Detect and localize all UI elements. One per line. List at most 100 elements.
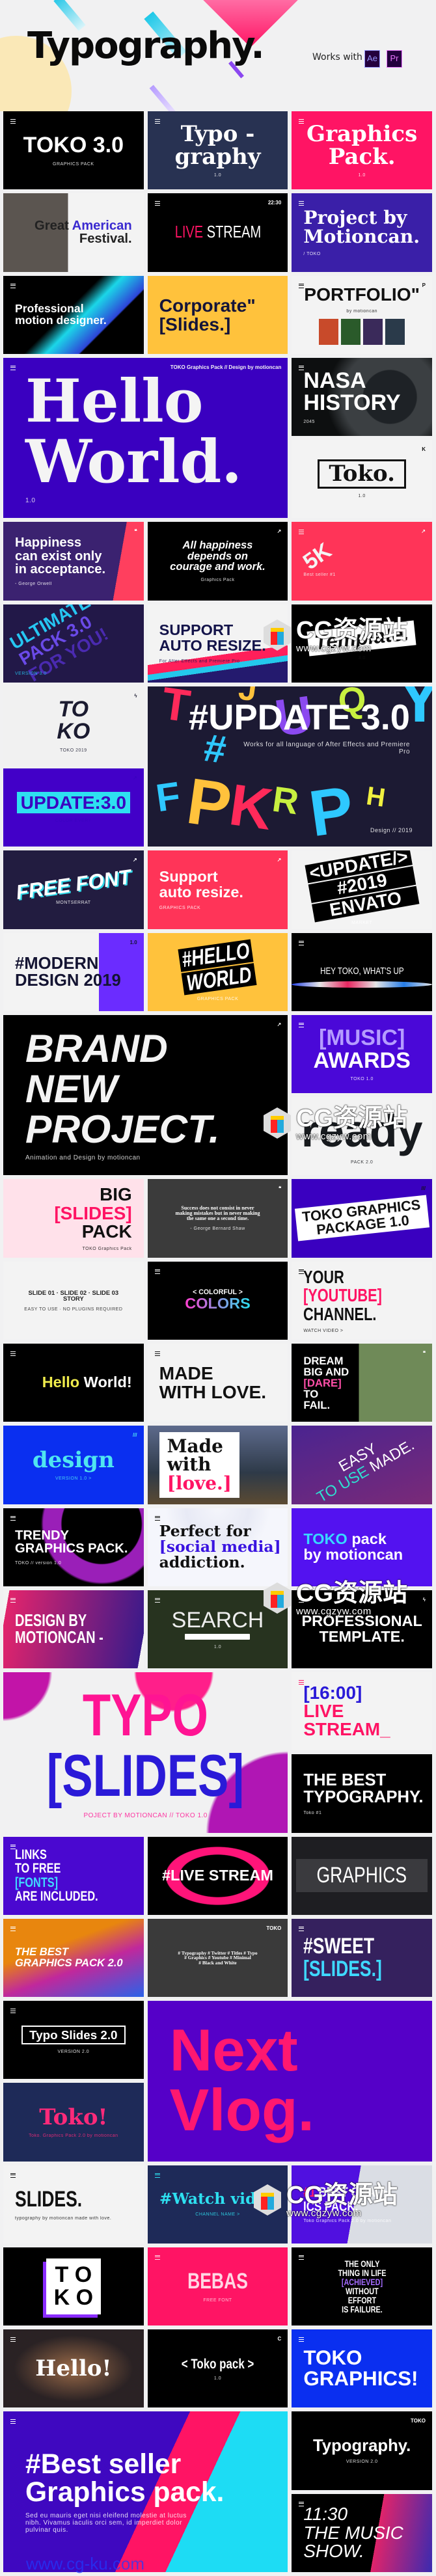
slide-tile-hello-world-code[interactable]: [Hello] World!Hello World! <box>3 1344 144 1422</box>
slide-tile-slide-stories[interactable]: SLIDE 01 · SLIDE 02 · SLIDE 03 STORY EASY … <box>3 1261 144 1340</box>
slide-tile-professional-motion-designer[interactable]: Professional motion designer. <box>3 275 144 354</box>
slide-tile-success-quote[interactable]: Success does not consist in never making … <box>147 1179 288 1258</box>
slide-tile-perfect-for-social-media[interactable]: Perfect for [social media] addiction. <box>147 1508 288 1586</box>
slide-tile-big-slides-pack[interactable]: BIG [SLIDES] PACK TOKO Graphics Pack <box>3 1179 144 1258</box>
menu-icon[interactable] <box>299 940 305 945</box>
menu-icon[interactable] <box>10 1844 16 1849</box>
slide-tile-trendy-graphics-pack[interactable]: TRENDY GRAPHICS PACK. TOKO // version 1.0 <box>3 1508 144 1586</box>
slide-tile-corporate-slides[interactable]: Corporate" [Slides.] <box>147 275 288 354</box>
slide-tile-toko-pack-brackets[interactable]: < Toko pack > 1.0 C <box>147 2329 288 2408</box>
slide-tile-pack-2[interactable]: ready PACK 2.0 <box>292 1097 432 1176</box>
slide-tile-best-seller-graphics-pack[interactable]: #Best seller Graphics pack. Sed eu mauris … <box>3 2411 288 2572</box>
slide-tile-made-with-love-1[interactable]: MADE WITH LOVE. <box>147 1344 288 1422</box>
slide-tile-professional-template[interactable]: PROFESSIONAL TEMPLATE. ϟ <box>292 1590 432 1669</box>
slide-tile-design[interactable]: design VERSION 1.0 > /// <box>3 1426 144 1504</box>
slide-tile-design-by-motioncan[interactable]: DESIGN BY MOTIONCAN - <box>3 1590 144 1669</box>
menu-icon[interactable] <box>10 2173 16 2178</box>
menu-icon[interactable] <box>154 1597 160 1603</box>
menu-icon[interactable] <box>154 1515 160 1521</box>
slide-tile-the-best-typography[interactable]: THE BEST TYPOGRAPHY. Toko #1 <box>292 1754 432 1833</box>
slide-tile-hey-toko[interactable]: HEY TOKO, WHAT'S UP <box>292 932 432 1011</box>
slide-tile-typo-slides[interactable]: TYPO [SLIDES] POJECT BY MOTIONCAN // TOKO … <box>3 1672 288 1833</box>
slide-tile-music-show[interactable]: 11:30 THE MUSIC SHOW. <box>292 2493 432 2572</box>
slide-tile-hello-excl[interactable]: Hello! <box>3 2329 144 2408</box>
slide-tile-live-stream-2[interactable]: [16:00] LIVE STREAM_ <box>292 1672 432 1751</box>
menu-icon[interactable] <box>299 530 305 535</box>
slide-tile-five-k[interactable]: 5K Best seller #1 ↗ <box>292 522 432 601</box>
slide-tile-all-happiness[interactable]: All happiness depends on courage and work.… <box>147 522 288 601</box>
slide-tile-graphics[interactable]: GRAPHICS <box>292 1836 432 1915</box>
slide-tile-great-american-festival[interactable]: Great [American]Great AmericanFestival. <box>3 193 144 272</box>
menu-icon[interactable] <box>10 2337 16 2342</box>
slide-tile-update-3-letters[interactable]: T # J U Q F P K R P H Y #UPDATE 3.0 Works for all lan… <box>147 686 432 847</box>
menu-icon[interactable] <box>299 1926 305 1931</box>
slide-tile-colorful-colors[interactable]: < COLORFUL > COLORS <box>147 1261 288 1340</box>
menu-icon[interactable] <box>10 119 16 124</box>
slide-tile-best-graphics-pack-2[interactable]: THE BEST GRAPHICS PACK 2.0 <box>3 1918 144 1998</box>
slide-tile-hello-world-big[interactable]: Hello World. 1.0 TOKO Graphics Pack // Desi… <box>3 357 288 519</box>
menu-icon[interactable] <box>154 119 160 124</box>
slide-tile-free-font[interactable]: FREE FONT MONTSERRAT ↗ <box>3 850 144 929</box>
slide-tile-the-only-thing[interactable]: THE ONLY THING IN LIFE [ACHIEVED] WITHOUT EF… <box>292 2247 432 2326</box>
slide-tile-number-one-best-graphics[interactable]: [#1] BEST GRAPH#1 BEST GRAPHICS PACK. Tok… <box>292 2165 432 2244</box>
menu-icon[interactable] <box>299 365 305 370</box>
menu-icon[interactable] <box>299 2255 305 2260</box>
slide-tile-typography-toko[interactable]: Typography. VERSION 2.0 TOKO <box>292 2411 432 2490</box>
slide-tile-toko-square[interactable]: T OK O <box>3 2247 144 2326</box>
slide-tile-music-awards[interactable]: [MUSIC] AWARDS TOKO 1.0 <box>292 1014 432 1094</box>
slide-tile-next-vlog[interactable]: Next Vlog. <box>147 2001 432 2162</box>
slide-tile-toko-excl[interactable]: Toko! Toko. Graphics Pack 2.0 by motionca… <box>3 2083 144 2162</box>
menu-icon[interactable] <box>154 2173 160 2178</box>
menu-icon[interactable] <box>299 283 305 288</box>
slide-tile-slides[interactable]: SLIDES. typography by motioncan made with… <box>3 2165 144 2244</box>
slide-tile-watch-video[interactable]: #Watch video CHANNEL NAME > <box>147 2165 288 2244</box>
slide-tile-hello-world-hash[interactable]: #HELLO WORLD GRAPHICS PACK <box>147 932 288 1011</box>
slide-tile-hashtags[interactable]: # Typography # Twitter # Titles # Typo # … <box>147 1918 288 1998</box>
menu-icon[interactable] <box>299 1269 305 1274</box>
menu-icon[interactable] <box>10 283 16 288</box>
slide-tile-support-auto-resize-2[interactable]: Support auto resize. GRAPHICS PACK ↗ <box>147 850 288 929</box>
slide-tile-project-by-motioncan[interactable]: Project by Motioncan. / TOKO <box>292 193 432 272</box>
menu-icon[interactable] <box>154 1269 160 1274</box>
menu-icon[interactable] <box>10 1515 16 1521</box>
slide-tile-template[interactable]: Template. 3.0 <box>292 604 432 683</box>
slide-tile-toko-pack-by-motioncan[interactable]: [TOKO] packTOKO packby motioncan <box>292 1508 432 1586</box>
slide-tile-portfolio[interactable]: PORTFOLIO" by motioncan P <box>292 275 432 354</box>
slide-tile-dream-big[interactable]: DREAM BIG AND [DARE] TO FAIL. ❝ <box>292 1344 432 1422</box>
slide-tile-brand-new-project[interactable]: BRAND NEW PROJECT. Animation and Design by … <box>3 1014 288 1176</box>
slide-tile-update-colon-3[interactable]: UPDATE:3.0 COLOR EVERY ↗ <box>3 768 144 847</box>
menu-icon[interactable] <box>154 201 160 206</box>
slide-tile-live-stream-1[interactable]: [LIVE] STREAMLIVE STREAM 22:30 <box>147 193 288 272</box>
slide-tile-toko-graphics-excl[interactable]: TOKO GRAPHICS! <box>292 2329 432 2408</box>
slide-tile-update-envato[interactable]: <UPDATE/> #2019 ENVATO MARKET <box>292 850 432 929</box>
slide-tile-easy-to-use[interactable]: EASY[TO USE] MADE.TO USE MADE. <box>292 1426 432 1504</box>
slide-tile-sweet-slides[interactable]: #SWEET [SLIDES.] <box>292 1918 432 1998</box>
slide-tile-toko-3[interactable]: TOKO 3.0 GRAPHICS PACK <box>3 111 144 190</box>
slide-tile-typo-slides-2[interactable]: Typo Slides 2.0 VERSION 2.0 <box>3 2001 144 2080</box>
slide-tile-typography-1[interactable]: Typo - graphy 1.0 <box>147 111 288 190</box>
slide-tile-toko-3d[interactable]: TO KO TOKO 2019 ϟ <box>3 686 144 765</box>
menu-icon[interactable] <box>10 365 16 370</box>
menu-icon[interactable] <box>299 1597 305 1603</box>
menu-icon[interactable] <box>10 1926 16 1931</box>
slide-tile-graphics-pack[interactable]: Graphics Pack. 1.0 <box>292 111 432 190</box>
slide-tile-happiness-quote[interactable]: Happiness can exist only in acceptance. - G… <box>3 522 144 601</box>
slide-tile-live-stream-hash[interactable]: #LIVE STREAM <box>147 1836 288 1915</box>
slide-tile-toko-boxed[interactable]: Toko. 1.0 K <box>292 440 432 519</box>
menu-icon[interactable] <box>299 2501 305 2506</box>
menu-icon[interactable] <box>154 2255 160 2260</box>
search-input[interactable] <box>185 1634 251 1640</box>
menu-icon[interactable] <box>10 2009 16 2014</box>
slide-tile-search[interactable]: SEARCH 1.0 <box>147 1590 288 1669</box>
menu-icon[interactable] <box>299 2337 305 2342</box>
menu-icon[interactable] <box>10 1351 16 1356</box>
slide-tile-links-to-free-fonts[interactable]: LINKS TO FREE [FONTS] ARE INCLUDED. <box>3 1836 144 1915</box>
menu-icon[interactable] <box>299 1022 305 1027</box>
slide-tile-nasa-history[interactable]: NASA HISTORY 2045 <box>292 357 432 437</box>
menu-icon[interactable] <box>299 1680 305 1685</box>
slide-tile-ultimate-pack[interactable]: ULTIMATE PACK 3.0 FOR YOU! VERSION 3.0 <box>3 604 144 683</box>
slide-tile-support-auto-resize-1[interactable]: SUPPORT AUTO RESIZE. For After Effects and… <box>147 604 288 683</box>
menu-icon[interactable] <box>299 201 305 206</box>
slide-tile-made-with-love-2[interactable]: Made with [love.] <box>147 1426 288 1504</box>
slide-tile-youtube-channel[interactable]: YOUR [YOUTUBE] CHANNEL. WATCH VIDEO > <box>292 1261 432 1340</box>
